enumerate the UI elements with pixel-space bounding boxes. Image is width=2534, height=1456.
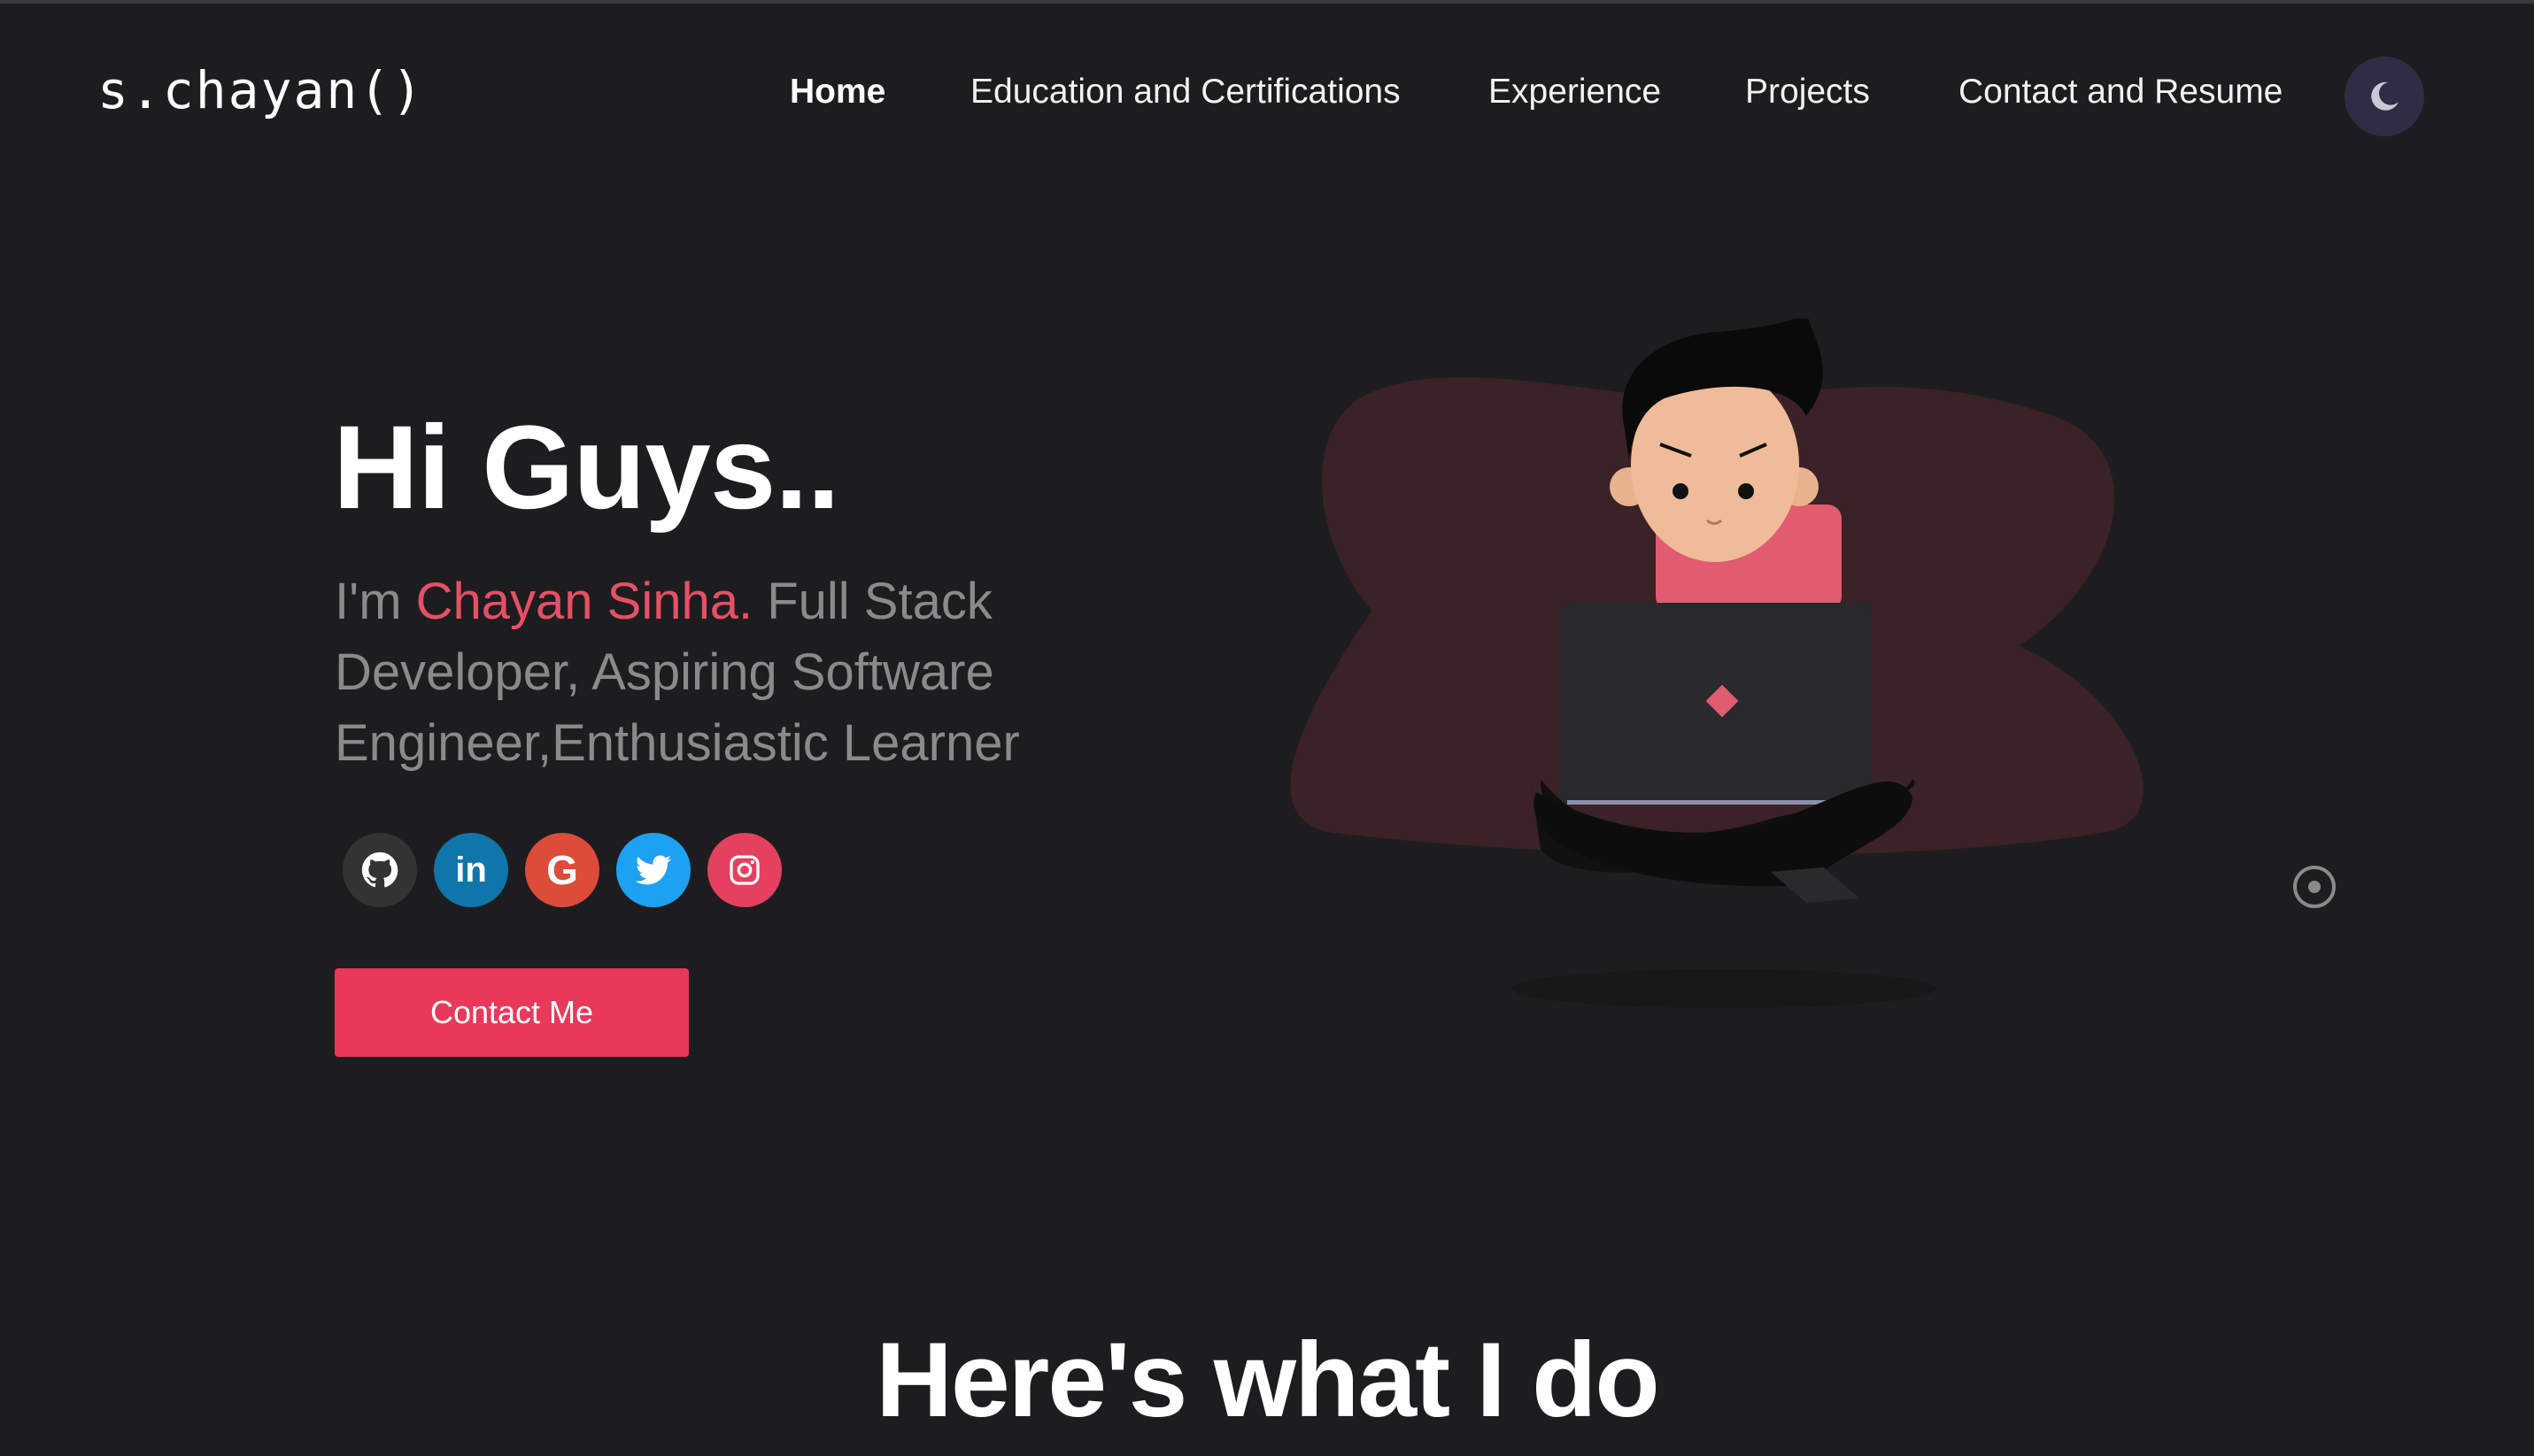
- nav-home[interactable]: Home: [790, 73, 885, 112]
- main-nav: Home Education and Certifications Experi…: [0, 73, 2534, 122]
- nav-education-and-certifications[interactable]: Education and Certifications: [970, 73, 1401, 112]
- hero-name: Chayan Sinha.: [415, 573, 753, 630]
- hero-greeting: Hi Guys..: [333, 402, 840, 534]
- twitter-link[interactable]: [616, 833, 691, 907]
- intro-prefix: I'm: [335, 573, 416, 630]
- google-icon: G: [546, 847, 578, 893]
- twitter-icon: [635, 855, 672, 885]
- scroll-indicator[interactable]: [2293, 866, 2336, 908]
- nav-experience[interactable]: Experience: [1488, 73, 1661, 112]
- scroll-dot: [2308, 881, 2321, 893]
- nav-projects[interactable]: Projects: [1745, 73, 1870, 112]
- developer-illustration: [1290, 319, 2144, 1008]
- nav-contact-and-resume[interactable]: Contact and Resume: [1958, 73, 2283, 112]
- instagram-icon: [730, 855, 760, 885]
- section-title: Here's what I do: [876, 1321, 1659, 1439]
- hero-intro: I'm Chayan Sinha. Full Stack Developer, …: [335, 566, 1132, 779]
- moon-icon: [2371, 81, 2399, 111]
- github-icon: [361, 851, 398, 888]
- page: s.chayan() Home Education and Certificat…: [0, 0, 2534, 1456]
- google-link[interactable]: G: [525, 833, 599, 907]
- linkedin-icon: in: [455, 850, 487, 890]
- linkedin-link[interactable]: in: [434, 833, 508, 907]
- theme-toggle-button[interactable]: [2345, 57, 2424, 136]
- instagram-link[interactable]: [707, 833, 782, 907]
- contact-me-button[interactable]: Contact Me: [335, 968, 689, 1057]
- github-link[interactable]: [343, 833, 417, 907]
- top-border: [0, 0, 2534, 4]
